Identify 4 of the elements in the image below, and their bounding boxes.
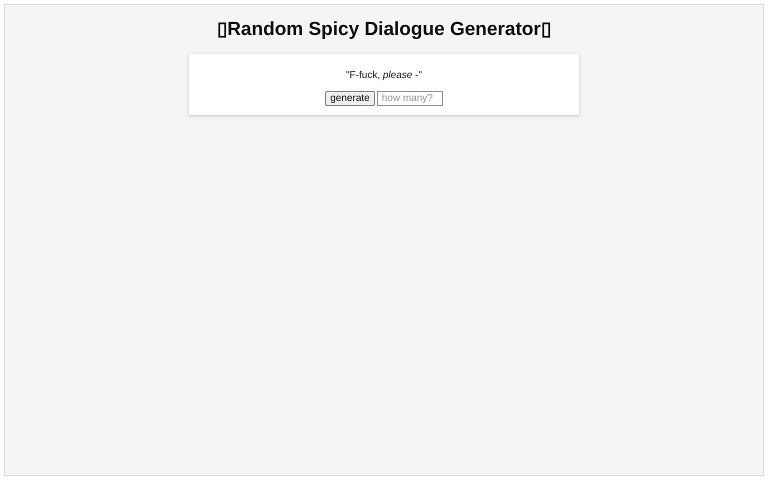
page-title: ▯Random Spicy Dialogue Generator▯ — [217, 18, 551, 41]
generate-button[interactable]: generate — [325, 91, 375, 106]
dialogue-text: "F-fuck, please -" — [346, 70, 422, 81]
count-input-field[interactable]: how many? — [376, 91, 443, 106]
